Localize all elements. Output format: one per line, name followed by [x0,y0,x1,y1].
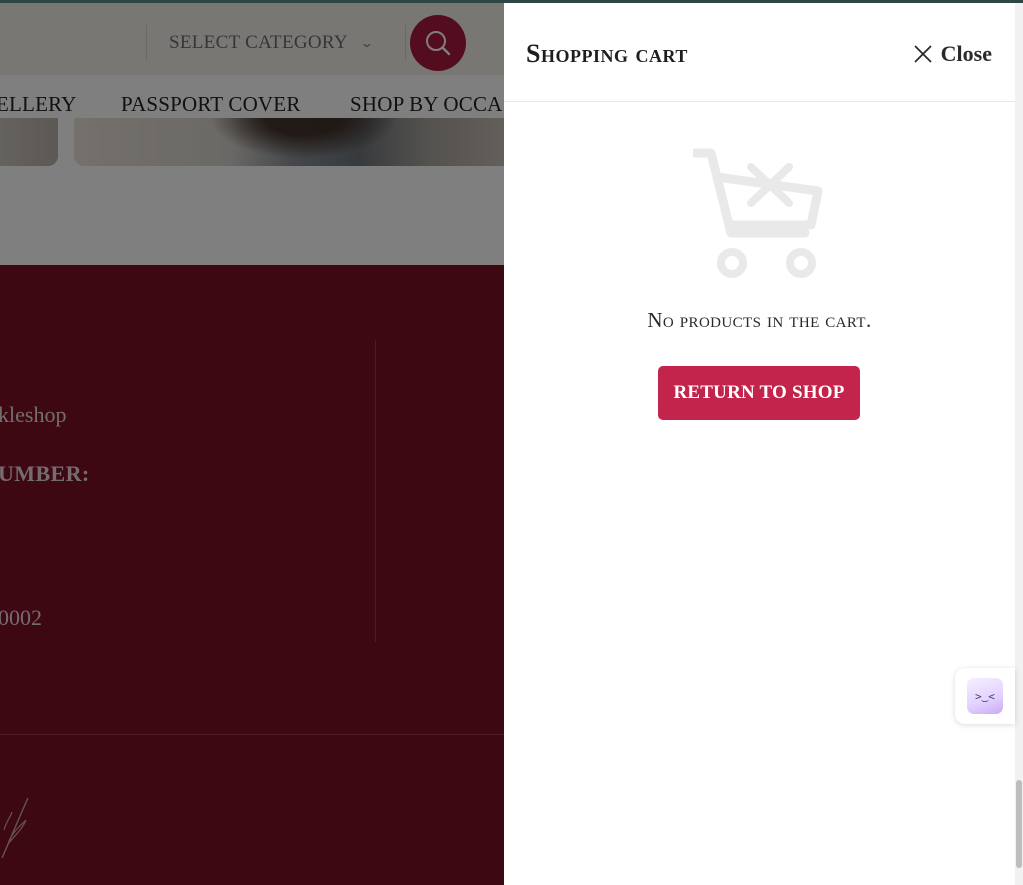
empty-cart-message: No products in the cart. [647,308,872,332]
chat-bot-icon: >‿< [967,678,1003,714]
chat-widget-button[interactable]: >‿< [955,668,1015,724]
close-label: Close [940,41,992,66]
cart-drawer: Shopping cart Close No products in the c… [504,3,1015,885]
cart-drawer-header: Shopping cart Close [504,3,1015,102]
scrollbar[interactable] [1015,3,1023,885]
return-to-shop-button[interactable]: RETURN TO SHOP [658,366,860,420]
close-button[interactable]: Close [913,41,992,67]
cart-title: Shopping cart [526,39,688,68]
empty-cart-icon [693,148,823,278]
close-icon [914,45,932,63]
scrollbar-thumb[interactable] [1016,780,1022,868]
